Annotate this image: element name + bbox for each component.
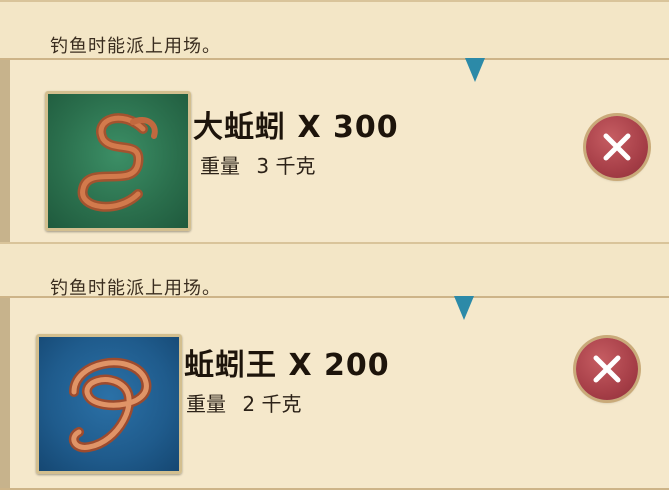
close-icon xyxy=(603,133,631,161)
decorative-notch xyxy=(454,296,474,320)
close-button[interactable] xyxy=(586,116,648,178)
weight-label: 重量 xyxy=(200,154,240,178)
weight-value: 2 千克 xyxy=(242,392,302,416)
item-card-1[interactable]: 大蚯蚓 X 300 重量 3 千克 xyxy=(0,58,669,244)
decorative-edge xyxy=(0,60,10,242)
weight-value: 3 千克 xyxy=(256,154,316,178)
item-weight: 重量 2 千克 xyxy=(186,388,311,417)
item-title: 大蚯蚓 X 300 xyxy=(193,110,399,145)
weight-label: 重量 xyxy=(186,392,226,416)
earthworm-king-icon xyxy=(36,334,182,474)
item-description-band-2: 钓鱼时能派上用场。 xyxy=(0,242,669,299)
decorative-notch xyxy=(465,58,485,82)
item-title: 蚯蚓王 X 200 xyxy=(184,348,390,383)
item-description: 钓鱼时能派上用场。 xyxy=(50,36,221,57)
item-weight: 重量 3 千克 xyxy=(200,150,325,179)
item-card-2[interactable]: 蚯蚓王 X 200 重量 2 千克 xyxy=(0,296,669,490)
decorative-edge xyxy=(0,298,10,488)
close-icon xyxy=(593,355,621,383)
item-description-band-1: 钓鱼时能派上用场。 xyxy=(0,0,669,60)
close-button[interactable] xyxy=(576,338,638,400)
earthworm-icon xyxy=(45,91,191,231)
